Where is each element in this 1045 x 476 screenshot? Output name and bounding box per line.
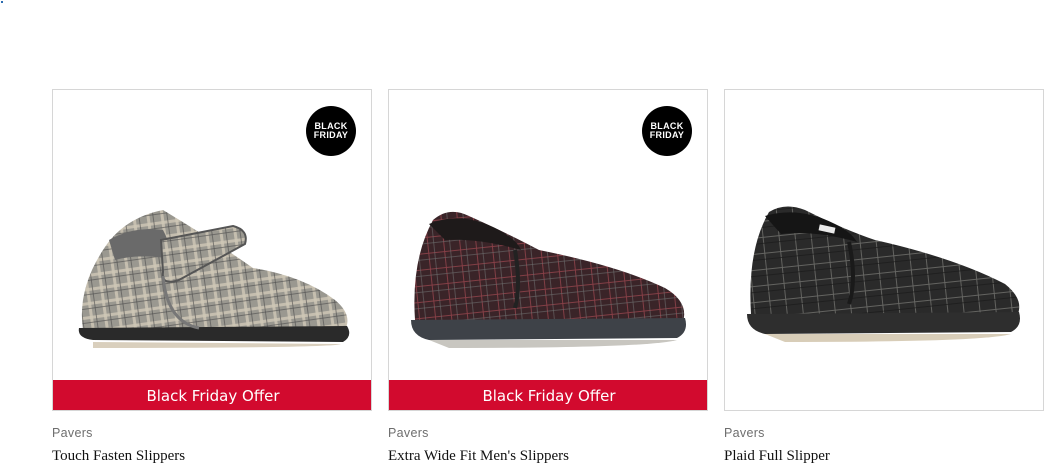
black-friday-offer-label: Black Friday Offer	[53, 380, 371, 410]
product-image-link[interactable]	[724, 89, 1044, 411]
product-brand: Pavers	[724, 426, 765, 440]
product-title-link[interactable]: Touch Fasten Slippers	[52, 448, 185, 465]
product-grid: BLACK FRIDAY Black Friday Offer Pavers T…	[52, 89, 1044, 476]
black-friday-badge: BLACK FRIDAY	[306, 106, 356, 156]
product-brand: Pavers	[388, 426, 429, 440]
product-brand: Pavers	[52, 426, 93, 440]
product-image-link[interactable]: BLACK FRIDAY Black Friday Offer	[388, 89, 708, 411]
black-friday-offer-label: Black Friday Offer	[389, 380, 707, 410]
product-title-link[interactable]: Extra Wide Fit Men's Slippers	[388, 448, 569, 465]
product-card[interactable]: Pavers Plaid Full Slipper	[724, 89, 1044, 476]
product-card[interactable]: BLACK FRIDAY Black Friday Offer Pavers E…	[388, 89, 708, 476]
product-card[interactable]: BLACK FRIDAY Black Friday Offer Pavers T…	[52, 89, 372, 476]
charcoal-plaid-slipper-image	[747, 206, 1020, 342]
product-image-link[interactable]: BLACK FRIDAY Black Friday Offer	[52, 89, 372, 411]
corner-marker	[1, 1, 3, 3]
product-title-link[interactable]: Plaid Full Slipper	[724, 448, 830, 465]
black-friday-badge: BLACK FRIDAY	[642, 106, 692, 156]
